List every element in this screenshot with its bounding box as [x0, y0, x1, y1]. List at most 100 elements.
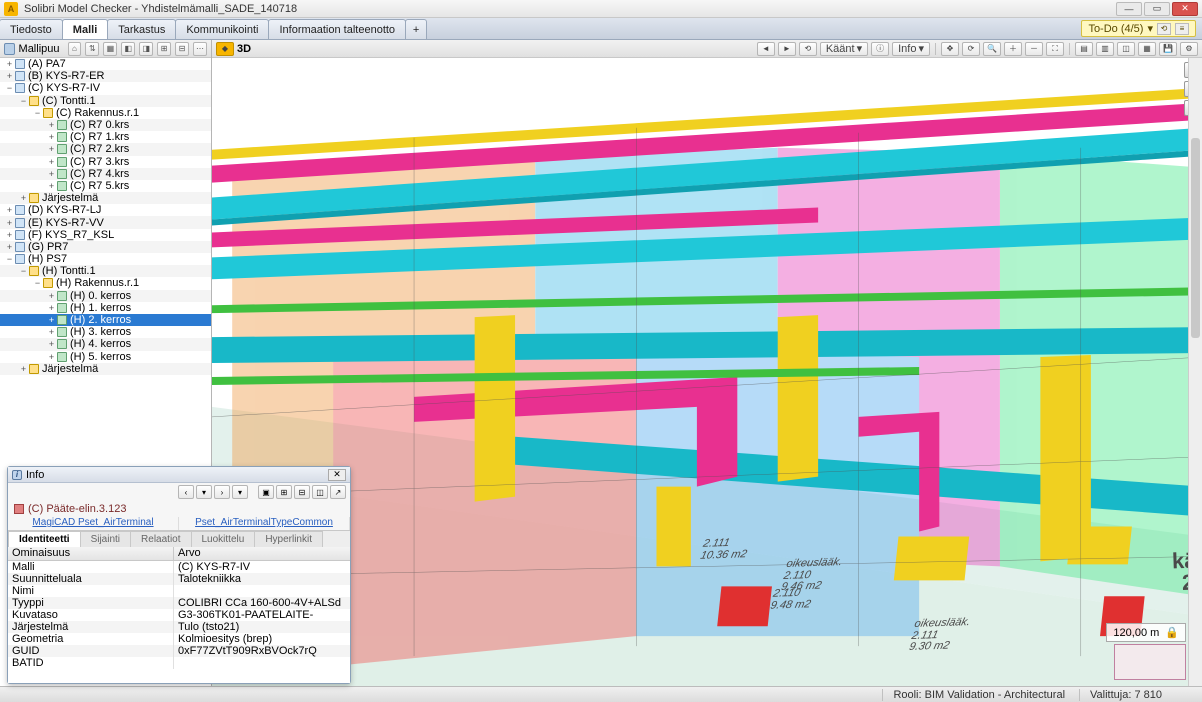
refresh-icon[interactable]: ⟲: [1157, 23, 1171, 35]
info-col-property[interactable]: Ominaisuus: [8, 547, 174, 560]
tool-zoom-icon[interactable]: 🔍: [983, 42, 1001, 56]
minimize-button[interactable]: —: [1116, 2, 1142, 16]
info-sub-tab[interactable]: Relaatiot: [130, 531, 191, 547]
tab-tarkastus[interactable]: Tarkastus: [107, 19, 176, 39]
view3d-canvas[interactable]: 2.11110.36 m22.1109.48 m2oikeuslääk.2.11…: [212, 58, 1202, 686]
tree-tool-1[interactable]: ⌂: [68, 42, 82, 56]
expand-toggle-icon[interactable]: +: [4, 218, 15, 228]
info-grid-row[interactable]: GeometriaKolmioesitys (brep): [8, 633, 350, 645]
tree-row[interactable]: −(H) Tontti.1: [0, 265, 211, 277]
info-grid3-icon[interactable]: ◫: [312, 485, 328, 499]
info-grid-row[interactable]: KuvatasoG3-306TK01-PAATELAITE-TULOILMA: [8, 609, 350, 621]
info-sub-tab[interactable]: Identiteetti: [8, 531, 81, 547]
tree-row[interactable]: +(H) 0. kerros: [0, 290, 211, 302]
tab-informaation talteenotto[interactable]: Informaation talteenotto: [268, 19, 406, 39]
expand-toggle-icon[interactable]: −: [32, 278, 43, 288]
expand-toggle-icon[interactable]: −: [18, 266, 29, 276]
expand-toggle-icon[interactable]: +: [46, 157, 57, 167]
tree-row[interactable]: −(C) KYS-R7-IV: [0, 82, 211, 94]
info-nav-back[interactable]: ‹: [178, 485, 194, 499]
expand-toggle-icon[interactable]: +: [46, 169, 57, 179]
tree-row[interactable]: +(H) 5. kerros: [0, 351, 211, 363]
expand-toggle-icon[interactable]: +: [46, 303, 57, 313]
rotate-dropdown[interactable]: Käänt▾: [820, 42, 868, 56]
tree-row[interactable]: +(C) R7 2.krs: [0, 143, 211, 155]
expand-toggle-icon[interactable]: +: [46, 339, 57, 349]
tree-tool-3[interactable]: ▦: [103, 42, 117, 56]
expand-toggle-icon[interactable]: +: [18, 364, 29, 374]
tree-row[interactable]: +(A) PA7: [0, 58, 211, 70]
tree-row[interactable]: +(E) KYS-R7-VV: [0, 216, 211, 228]
tab-malli[interactable]: Malli: [62, 19, 108, 39]
info-fwd-dd[interactable]: ▾: [232, 485, 248, 499]
info-link-tab[interactable]: MagiCAD Pset_AirTerminal: [8, 517, 179, 530]
tab-add[interactable]: +: [405, 19, 427, 39]
tree-row[interactable]: +(H) 3. kerros: [0, 326, 211, 338]
todo-indicator[interactable]: To-Do (4/5) ▾ ⟲ ≡: [1081, 20, 1196, 37]
refresh-view-icon[interactable]: ⟲: [799, 42, 817, 56]
info-tighten-icon[interactable]: ▣: [258, 485, 274, 499]
info-sub-tab[interactable]: Hyperlinkit: [254, 531, 323, 547]
tree-tool-4[interactable]: ◧: [121, 42, 135, 56]
expand-toggle-icon[interactable]: +: [4, 242, 15, 252]
tree-row[interactable]: +(F) KYS_R7_KSL: [0, 229, 211, 241]
close-button[interactable]: ✕: [1172, 2, 1198, 16]
expand-toggle-icon[interactable]: +: [46, 120, 57, 130]
tool-fit-icon[interactable]: ⛶: [1046, 42, 1064, 56]
info-grid1-icon[interactable]: ⊞: [276, 485, 292, 499]
todo-extra-icon[interactable]: ≡: [1175, 23, 1189, 35]
maximize-button[interactable]: ▭: [1144, 2, 1170, 16]
tree-row[interactable]: +(C) R7 3.krs: [0, 156, 211, 168]
tree-row[interactable]: −(C) Rakennus.r.1: [0, 107, 211, 119]
tree-row[interactable]: +(D) KYS-R7-LJ: [0, 204, 211, 216]
info-toggle-icon[interactable]: ⓘ: [871, 42, 889, 56]
tree-tool-8[interactable]: ⋯: [193, 42, 207, 56]
expand-toggle-icon[interactable]: +: [46, 327, 57, 337]
tree-row[interactable]: +(B) KYS-R7-ER: [0, 70, 211, 82]
tree-row[interactable]: +(C) R7 4.krs: [0, 168, 211, 180]
expand-toggle-icon[interactable]: +: [4, 59, 15, 69]
tool-zoomin-icon[interactable]: ＋: [1004, 42, 1022, 56]
info-export-icon[interactable]: ↗: [330, 485, 346, 499]
tool-zoomout-icon[interactable]: －: [1025, 42, 1043, 56]
info-grid2-icon[interactable]: ⊟: [294, 485, 310, 499]
tool-grid-icon[interactable]: ▦: [1138, 42, 1156, 56]
tool-section-icon[interactable]: ▤: [1075, 42, 1093, 56]
view3d-scrollbar[interactable]: [1188, 58, 1202, 686]
expand-toggle-icon[interactable]: −: [18, 96, 29, 106]
tool-clip-icon[interactable]: ◫: [1117, 42, 1135, 56]
tree-tool-2[interactable]: ⇅: [85, 42, 99, 56]
expand-toggle-icon[interactable]: +: [46, 352, 57, 362]
nav-back-icon[interactable]: ◄: [757, 42, 775, 56]
tree-tool-5[interactable]: ◨: [139, 42, 153, 56]
tree-row[interactable]: +Järjestelmä: [0, 363, 211, 375]
tree-row[interactable]: +Järjestelmä: [0, 192, 211, 204]
expand-toggle-icon[interactable]: +: [18, 193, 29, 203]
tab-tiedosto[interactable]: Tiedosto: [0, 19, 63, 39]
expand-toggle-icon[interactable]: +: [46, 132, 57, 142]
tree-row[interactable]: +(H) 1. kerros: [0, 302, 211, 314]
expand-toggle-icon[interactable]: +: [4, 230, 15, 240]
info-grid-row[interactable]: JärjestelmäTulo (tsto21): [8, 621, 350, 633]
tab-kommunikointi[interactable]: Kommunikointi: [175, 19, 269, 39]
expand-toggle-icon[interactable]: +: [46, 181, 57, 191]
info-grid-row[interactable]: BATID: [8, 657, 350, 669]
tree-row[interactable]: +(C) R7 0.krs: [0, 119, 211, 131]
tool-save-icon[interactable]: 💾: [1159, 42, 1177, 56]
info-dropdown[interactable]: Info▾: [892, 42, 930, 56]
tree-row[interactable]: −(H) PS7: [0, 253, 211, 265]
expand-toggle-icon[interactable]: +: [46, 144, 57, 154]
tree-row[interactable]: +(C) R7 5.krs: [0, 180, 211, 192]
tree-row[interactable]: −(C) Tontti.1: [0, 95, 211, 107]
expand-toggle-icon[interactable]: −: [32, 108, 43, 118]
tree-row[interactable]: +(H) 4. kerros: [0, 338, 211, 350]
tree-row[interactable]: −(H) Rakennus.r.1: [0, 277, 211, 289]
info-grid-row[interactable]: TyyppiCOLIBRI CCa 160-600-4V+ALSd 100-16…: [8, 597, 350, 609]
scale-lock-icon[interactable]: 🔒: [1165, 626, 1179, 639]
tree-tool-7[interactable]: ⊟: [175, 42, 189, 56]
info-grid-row[interactable]: SuunnittelualaTalotekniikka: [8, 573, 350, 585]
nav-fwd-icon[interactable]: ►: [778, 42, 796, 56]
expand-toggle-icon[interactable]: −: [4, 254, 15, 264]
info-back-dd[interactable]: ▾: [196, 485, 212, 499]
info-link-tab[interactable]: Pset_AirTerminalTypeCommon: [179, 517, 350, 530]
